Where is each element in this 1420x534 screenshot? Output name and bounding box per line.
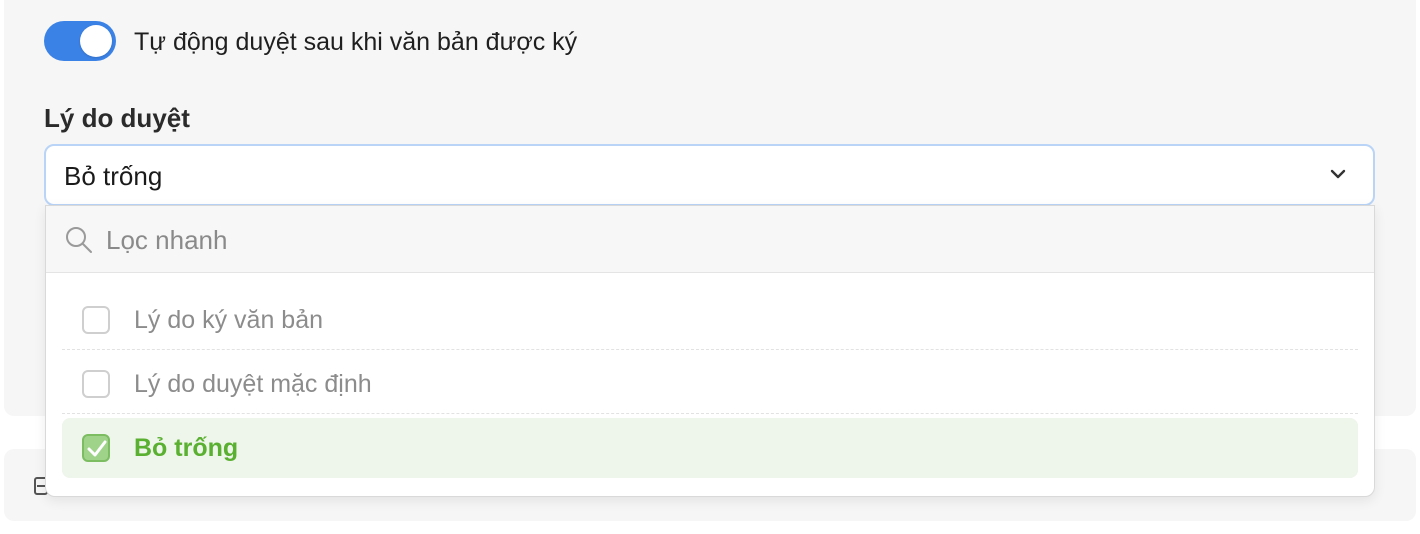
checkbox-checked[interactable] [82, 434, 110, 462]
reason-field-label: Lý do duyệt [44, 103, 190, 133]
chevron-down-icon [1327, 163, 1349, 185]
auto-approve-label: Tự động duyệt sau khi văn bản được ký [134, 28, 578, 56]
reason-select[interactable]: Bỏ trống [44, 144, 1375, 206]
option-label: Bỏ trống [134, 434, 239, 462]
toggle-knob [80, 25, 112, 57]
option-bo-trong[interactable]: Bỏ trống [62, 418, 1358, 478]
option-ly-do-ky-van-ban[interactable]: Lý do ký văn bản [62, 290, 1358, 350]
option-ly-do-duyet-mac-dinh[interactable]: Lý do duyệt mặc định [62, 354, 1358, 414]
option-label: Lý do ký văn bản [134, 306, 324, 334]
option-label: Lý do duyệt mặc định [134, 370, 372, 398]
reason-select-value: Bỏ trống [64, 161, 163, 191]
checkbox[interactable] [82, 370, 110, 398]
check-icon [87, 440, 107, 457]
auto-approve-toggle[interactable] [44, 21, 116, 61]
reason-dropdown: Lý do ký văn bản Lý do duyệt mặc định Bỏ… [45, 205, 1375, 497]
search-icon [64, 225, 94, 255]
checkbox[interactable] [82, 306, 110, 334]
quick-filter-input[interactable] [106, 220, 1306, 260]
dropdown-search-bar [46, 206, 1374, 273]
